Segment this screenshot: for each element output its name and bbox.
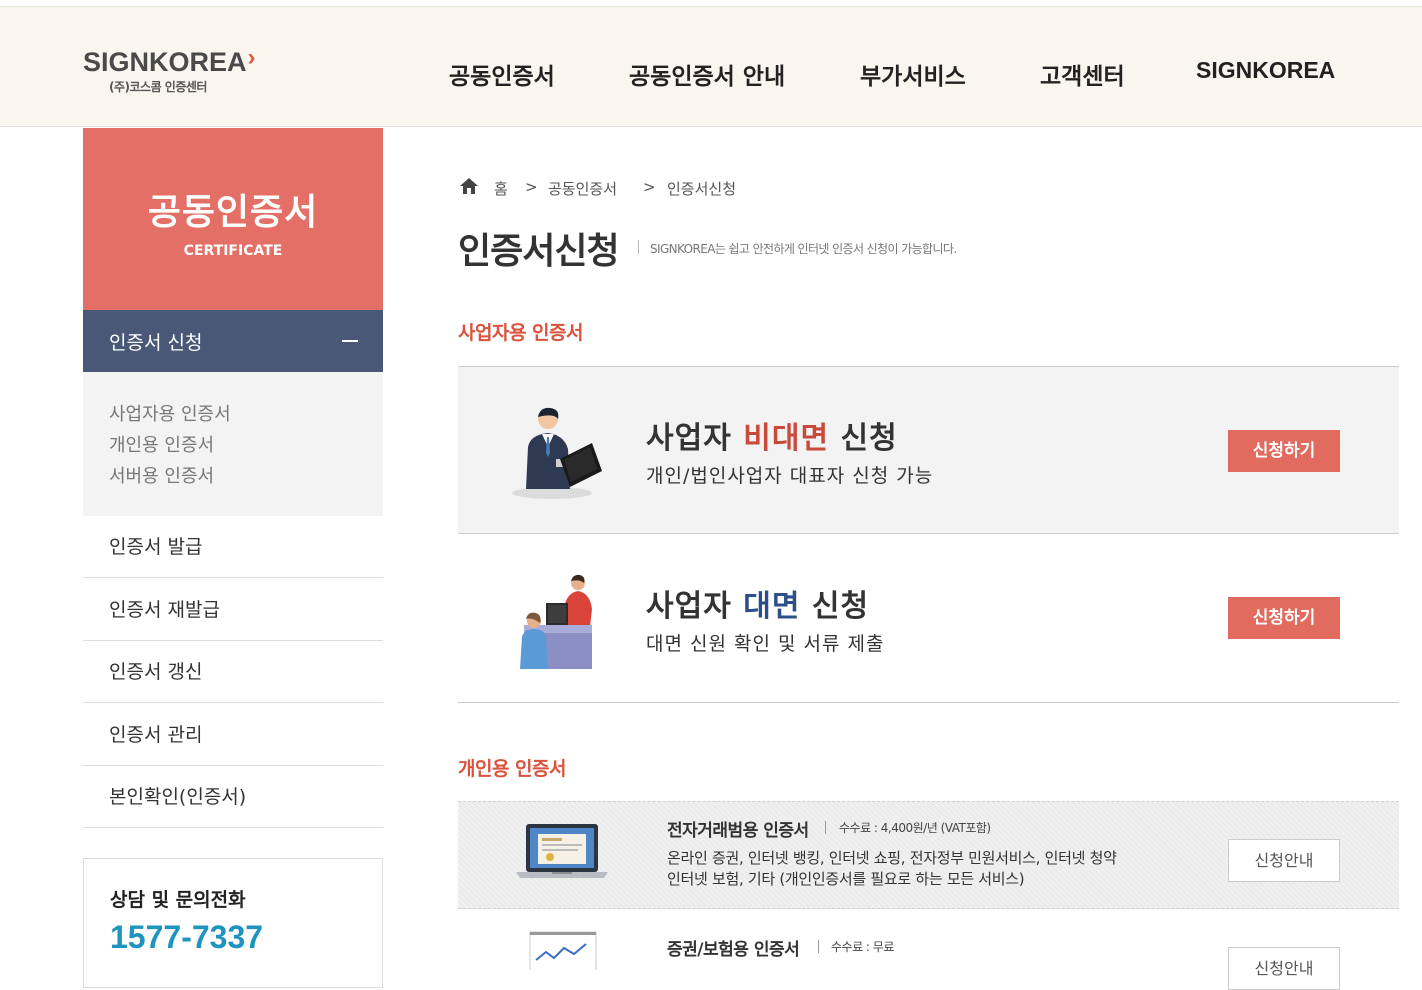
submenu-item-business[interactable]: 사업자용 인증서 <box>109 400 231 426</box>
title-divider <box>638 240 639 254</box>
business-card-face: 사업자 대면 신청 대면 신원 확인 및 서류 제출 신청하기 <box>458 535 1399 703</box>
contact-title: 상담 및 문의전화 <box>110 889 246 911</box>
apply-button[interactable]: 신청하기 <box>1228 430 1340 472</box>
fee-divider <box>825 821 826 834</box>
guide-button[interactable]: 신청안내 <box>1228 947 1340 990</box>
breadcrumb-separator-icon: > <box>643 178 656 196</box>
sidebar-hero: 공동인증서 CERTIFICATE <box>83 128 383 310</box>
sidebar-hero-subtitle: CERTIFICATE <box>183 243 283 259</box>
sidebar-item-label: 인증서 발급 <box>109 536 203 558</box>
fee-divider <box>818 940 819 953</box>
sidebar-hero-title: 공동인증서 <box>147 192 319 233</box>
business-card-title: 사업자 대면 신청 <box>646 589 870 624</box>
counter-service-icon <box>520 574 592 669</box>
person-laptop-icon <box>512 407 602 499</box>
business-card-title: 사업자 비대면 신청 <box>646 421 898 456</box>
personal-cert-row: 증권/보험용 인증서 수수료 : 무료 신청안내 <box>458 910 1399 990</box>
sidebar-item-label: 인증서 신청 <box>109 332 203 354</box>
sidebar-item-certificate-apply[interactable]: 인증서 신청 <box>83 310 383 372</box>
site-header: SIGNKOREA› (주)코스콤 인증센터 공동인증서 공동인증서 안내 부가… <box>0 6 1422 127</box>
collapse-icon <box>342 340 358 342</box>
breadcrumb-separator-icon: > <box>525 178 538 196</box>
laptop-certificate-icon <box>516 824 608 878</box>
sidebar-item-label: 인증서 재발급 <box>109 599 220 621</box>
personal-cert-fee: 수수료 : 무료 <box>831 940 894 954</box>
signkorea-logo[interactable]: SIGNKOREA› (주)코스콤 인증센터 <box>83 44 256 95</box>
personal-cert-description-line1: 온라인 증권, 인터넷 뱅킹, 인터넷 쇼핑, 전자정부 민원서비스, 인터넷 … <box>667 849 1117 867</box>
sidebar-item-renew[interactable]: 인증서 갱신 <box>83 640 383 703</box>
sidebar-item-label: 본인확인(인증서) <box>109 786 247 808</box>
sidebar-item-identity-check[interactable]: 본인확인(인증서) <box>83 765 383 828</box>
nav-item-certificate-guide[interactable]: 공동인증서 안내 <box>629 57 785 91</box>
section-title-business: 사업자용 인증서 <box>458 322 583 344</box>
breadcrumb-home[interactable]: 홈 <box>494 178 508 199</box>
chart-document-icon <box>529 931 597 970</box>
nav-item-additional-services[interactable]: 부가서비스 <box>860 57 966 91</box>
nav-item-customer-center[interactable]: 고객센터 <box>1040 57 1125 91</box>
page-title: 인증서신청 <box>458 231 620 272</box>
guide-button[interactable]: 신청안내 <box>1228 839 1340 882</box>
contact-phone[interactable]: 1577-7337 <box>110 919 263 956</box>
breadcrumb-level1[interactable]: 공동인증서 <box>548 178 617 199</box>
personal-cert-title: 전자거래범용 인증서 <box>667 821 809 841</box>
business-card-nonface: 사업자 비대면 신청 개인/법인사업자 대표자 신청 가능 신청하기 <box>458 366 1399 534</box>
submenu-item-server[interactable]: 서버용 인증서 <box>109 462 214 488</box>
sidebar-item-issue[interactable]: 인증서 발급 <box>83 515 383 578</box>
home-icon[interactable] <box>458 176 480 196</box>
nav-item-signkorea[interactable]: SIGNKOREA <box>1196 57 1335 84</box>
section-title-personal: 개인용 인증서 <box>458 758 567 780</box>
personal-cert-row: 전자거래범용 인증서 수수료 : 4,400원/년 (VAT포함) 온라인 증권… <box>458 801 1399 909</box>
nav-item-certificate[interactable]: 공동인증서 <box>449 57 555 91</box>
sidebar-submenu: 사업자용 인증서 개인용 인증서 서버용 인증서 <box>83 372 383 516</box>
personal-cert-description-line2: 인터넷 보험, 기타 (개인인증서를 필요로 하는 모든 서비스) <box>667 870 1025 888</box>
submenu-item-personal[interactable]: 개인용 인증서 <box>109 431 214 457</box>
logo-subtitle: (주)코스콤 인증센터 <box>109 80 207 94</box>
contact-box: 상담 및 문의전화 1577-7337 <box>83 858 383 988</box>
sidebar-item-label: 인증서 관리 <box>109 724 203 746</box>
sidebar-item-manage[interactable]: 인증서 관리 <box>83 703 383 766</box>
logo-text: SIGNKOREA <box>83 47 247 77</box>
business-card-description: 개인/법인사업자 대표자 신청 가능 <box>646 465 934 487</box>
sidebar-item-label: 인증서 갱신 <box>109 661 203 683</box>
sidebar-item-reissue[interactable]: 인증서 재발급 <box>83 578 383 641</box>
logo-chevron-icon: › <box>247 44 256 71</box>
business-card-description: 대면 신원 확인 및 서류 제출 <box>646 633 885 655</box>
page-description: SIGNKOREA는 쉽고 안전하게 인터넷 인증서 신청이 가능합니다. <box>650 242 957 256</box>
apply-button[interactable]: 신청하기 <box>1228 597 1340 639</box>
personal-cert-fee: 수수료 : 4,400원/년 (VAT포함) <box>839 821 991 835</box>
breadcrumb-current: 인증서신청 <box>667 180 737 198</box>
personal-cert-title: 증권/보험용 인증서 <box>667 940 800 960</box>
